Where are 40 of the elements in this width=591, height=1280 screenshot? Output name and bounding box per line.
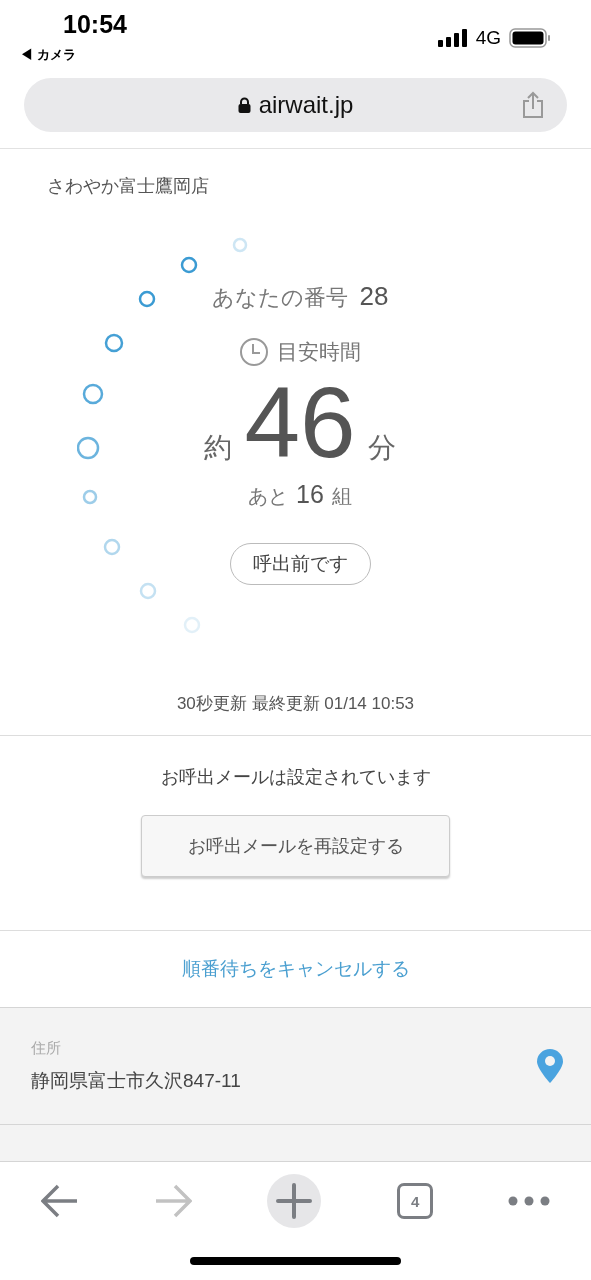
reset-mail-button[interactable]: お呼出メールを再設定する bbox=[141, 815, 450, 877]
network-type: 4G bbox=[475, 25, 501, 50]
map-pin-icon[interactable] bbox=[537, 1049, 563, 1083]
number-label: あなたの番号 bbox=[211, 284, 348, 312]
loading-dot bbox=[82, 489, 98, 505]
clock-icon bbox=[239, 336, 269, 367]
estimate-label: 目安時間 bbox=[277, 339, 361, 365]
address-bar[interactable]: airwait.jp bbox=[24, 78, 567, 132]
loading-dot bbox=[139, 582, 157, 600]
store-name: さわやか富士鷹岡店 bbox=[47, 175, 209, 198]
loading-dot bbox=[103, 538, 121, 556]
update-note: 30秒更新 最終更新 01/14 10:53 bbox=[175, 693, 416, 715]
minutes-unit: 分 bbox=[367, 430, 396, 465]
url-text: airwait.jp bbox=[258, 90, 354, 120]
remaining-count: 16 bbox=[296, 478, 324, 510]
battery-icon bbox=[509, 28, 551, 48]
mail-status-text: お呼出メールは設定されています bbox=[160, 766, 431, 789]
status-time: 10:54 bbox=[63, 12, 127, 37]
tab-count-button[interactable]: 4 bbox=[397, 1183, 434, 1219]
loading-dot bbox=[183, 616, 201, 634]
new-tab-button-icon[interactable] bbox=[266, 1173, 323, 1229]
loading-dot bbox=[104, 333, 124, 353]
groups-unit: 組 bbox=[331, 483, 352, 509]
wait-minutes: 46 bbox=[244, 369, 356, 474]
share-icon[interactable] bbox=[521, 91, 545, 119]
address-row[interactable]: 住所 静岡県富士市久沢847-11 bbox=[0, 1008, 591, 1125]
address-text: 静岡県富士市久沢847-11 bbox=[31, 1069, 241, 1093]
approx-label: 約 bbox=[204, 430, 233, 465]
loading-dot bbox=[180, 256, 198, 274]
lock-icon bbox=[237, 97, 251, 113]
ticket-number: 28 bbox=[359, 280, 389, 313]
loading-dot bbox=[232, 237, 248, 253]
signal-icon bbox=[437, 29, 468, 47]
more-icon[interactable] bbox=[507, 1196, 550, 1206]
loading-dot bbox=[138, 290, 156, 308]
remaining-label: あと bbox=[248, 483, 289, 509]
back-arrow-icon[interactable] bbox=[41, 1184, 80, 1218]
field-label: 住所 bbox=[31, 1037, 62, 1058]
back-to-app-link[interactable]: ◀ カメラ bbox=[20, 45, 127, 65]
loading-dot bbox=[82, 383, 104, 405]
